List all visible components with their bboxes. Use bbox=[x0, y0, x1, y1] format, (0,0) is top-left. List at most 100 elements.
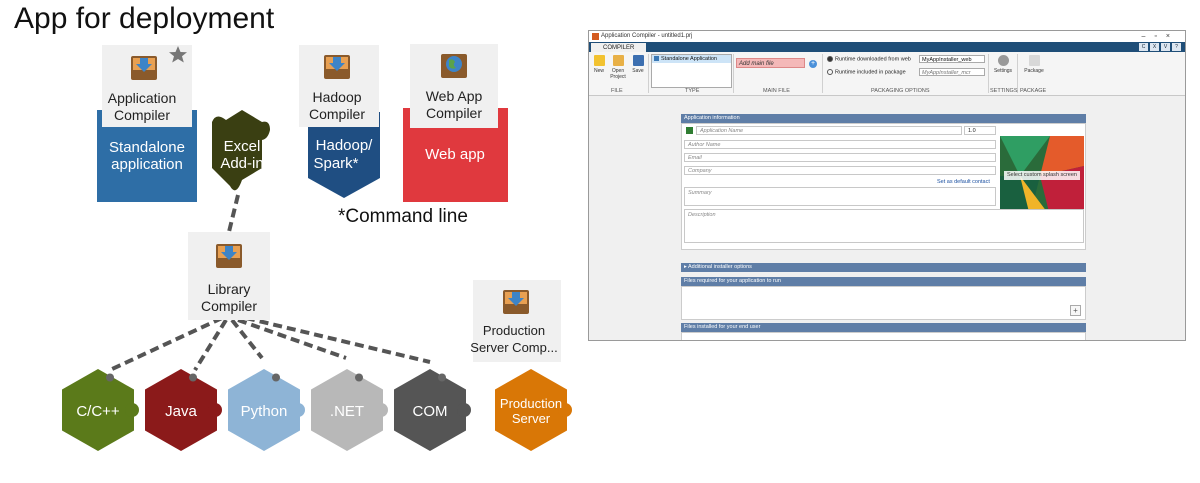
language-label: Production bbox=[500, 396, 562, 411]
compiler-webapp-label-1: Web App bbox=[426, 88, 483, 104]
language-targets: C/C++ Java Python .NET COM ProductionServer bbox=[62, 369, 572, 451]
app-info-panel: Application Name 1.0 Author Name Email C… bbox=[681, 123, 1086, 250]
set-default-contact-link[interactable]: Set as default contact bbox=[937, 179, 990, 185]
matlab-icon bbox=[592, 33, 599, 40]
runtime-package-input[interactable]: MyAppInstaller_mcr bbox=[919, 68, 985, 76]
compiler-application-label-2: Compiler bbox=[114, 107, 170, 123]
section-label-main-file: MAIN FILE bbox=[763, 88, 790, 94]
puzzle-knob bbox=[125, 403, 139, 417]
deployment-diagram: Standalone application Application Compi… bbox=[62, 44, 572, 451]
language-target: Python bbox=[228, 369, 305, 451]
language-label: Java bbox=[165, 403, 197, 420]
package-button[interactable]: Package bbox=[1021, 55, 1047, 74]
help-icon[interactable]: ? bbox=[1172, 43, 1181, 51]
type-list[interactable]: Standalone Application bbox=[651, 54, 732, 88]
select-splash-button[interactable]: Select custom splash screen bbox=[1004, 171, 1080, 180]
section-label-packaging: PACKAGING OPTIONS bbox=[871, 88, 930, 94]
puzzle-knob bbox=[291, 403, 305, 417]
connector-library-java bbox=[193, 318, 228, 372]
section-label-type: TYPE bbox=[685, 88, 700, 94]
add-file-icon[interactable]: + bbox=[1070, 305, 1081, 316]
save-label: Save bbox=[632, 68, 644, 74]
compiler-application-label-1: Application bbox=[108, 90, 177, 106]
target-webapp-label: Web app bbox=[425, 146, 485, 163]
language-label: Python bbox=[241, 403, 288, 420]
target-excel-label-2: Add-in bbox=[220, 155, 263, 172]
language-label: COM bbox=[413, 403, 448, 420]
language-target: ProductionServer bbox=[495, 369, 572, 451]
app-name-field[interactable]: Application Name bbox=[696, 126, 962, 135]
target-standalone-label-1: Standalone bbox=[109, 139, 185, 156]
target-excel-label-1: Excel bbox=[224, 138, 261, 155]
compiler-library: Library Compiler bbox=[188, 232, 270, 320]
compiler-production-label-2: Server Comp... bbox=[470, 340, 557, 355]
compiler-hadoop-label-1: Hadoop bbox=[312, 89, 361, 105]
summary-field[interactable]: Summary bbox=[684, 187, 996, 206]
main-file-input[interactable]: Add main file bbox=[736, 58, 805, 68]
language-target: COM bbox=[394, 369, 471, 451]
compiler-production-label-1: Production bbox=[483, 323, 545, 338]
window-title: Application Compiler - untitled1.prj bbox=[601, 33, 693, 39]
files-installed-panel bbox=[681, 332, 1086, 340]
runtime-web-input[interactable]: MyAppInstaller_web bbox=[919, 55, 985, 63]
compiler-production-icon bbox=[503, 290, 529, 314]
runtime-web-option[interactable]: Runtime downloaded from web bbox=[827, 56, 911, 62]
command-line-note: *Command line bbox=[338, 206, 468, 227]
save-button[interactable]: Save bbox=[629, 55, 647, 74]
files-installed-header: Files installed for your end user bbox=[681, 323, 1086, 332]
puzzle-knob bbox=[208, 403, 222, 417]
additional-options-label: Additional installer options bbox=[688, 264, 752, 270]
new-button[interactable]: New bbox=[590, 55, 608, 74]
ribbon: New Open Project Save Standalone Applica… bbox=[589, 52, 1185, 96]
settings-button[interactable]: Settings bbox=[991, 55, 1015, 74]
window-titlebar: Application Compiler - untitled1.prj –▫× bbox=[589, 31, 1185, 42]
ribbon-divider bbox=[988, 54, 989, 93]
quick-access-item[interactable]: X bbox=[1150, 43, 1159, 51]
compiler-webapp-label-2: Compiler bbox=[426, 105, 482, 121]
app-compiler-window: Application Compiler - untitled1.prj –▫×… bbox=[588, 30, 1186, 341]
email-field[interactable]: Email bbox=[684, 153, 996, 162]
ribbon-divider bbox=[822, 54, 823, 93]
globe-icon bbox=[441, 54, 467, 78]
quick-access-item[interactable]: V bbox=[1161, 43, 1170, 51]
connector-dot bbox=[106, 373, 114, 382]
files-required-panel: + bbox=[681, 286, 1086, 320]
language-target: Java bbox=[145, 369, 222, 451]
window-controls[interactable]: –▫× bbox=[1142, 31, 1179, 42]
language-target: C/C++ bbox=[62, 369, 139, 451]
save-icon bbox=[632, 55, 644, 66]
ribbon-divider bbox=[648, 54, 649, 93]
package-label: Package bbox=[1024, 68, 1044, 74]
compiler-library-label-2: Compiler bbox=[201, 298, 257, 314]
compiler-library-icon bbox=[216, 244, 242, 268]
language-label: C/C++ bbox=[76, 403, 120, 420]
author-field[interactable]: Author Name bbox=[684, 140, 996, 149]
type-selected[interactable]: Standalone Application bbox=[652, 55, 731, 63]
open-label-2: Project bbox=[610, 74, 626, 80]
description-field[interactable]: Description bbox=[684, 209, 1084, 243]
connector-dot bbox=[355, 373, 363, 382]
company-field[interactable]: Company bbox=[684, 166, 996, 175]
new-icon bbox=[593, 55, 605, 66]
connector-dot bbox=[272, 373, 280, 382]
quick-access-toolbar: C X V ? bbox=[1139, 43, 1181, 51]
checkmark-icon bbox=[1028, 55, 1040, 66]
section-label-package: PACKAGE bbox=[1020, 88, 1047, 94]
compiler-library-label-1: Library bbox=[208, 281, 251, 297]
additional-options-header[interactable]: ▸ Additional installer options bbox=[681, 263, 1086, 272]
language-target: .NET bbox=[311, 369, 388, 451]
connector-dot bbox=[189, 373, 197, 382]
language-label: Server bbox=[512, 411, 551, 426]
runtime-package-option[interactable]: Runtime included in package bbox=[827, 69, 906, 75]
app-info-header: Application information bbox=[681, 114, 1086, 123]
version-field[interactable]: 1.0 bbox=[964, 126, 996, 135]
open-project-button[interactable]: Open Project bbox=[609, 55, 627, 80]
compiler-hadoop-label-2: Compiler bbox=[309, 106, 365, 122]
radio-icon bbox=[827, 69, 833, 75]
folder-icon bbox=[612, 55, 624, 66]
app-icon[interactable] bbox=[686, 127, 693, 134]
add-main-file-icon[interactable]: + bbox=[809, 60, 817, 68]
connector-library-cpp bbox=[109, 316, 223, 372]
quick-access-item[interactable]: C bbox=[1139, 43, 1148, 51]
puzzle-knob bbox=[374, 403, 388, 417]
